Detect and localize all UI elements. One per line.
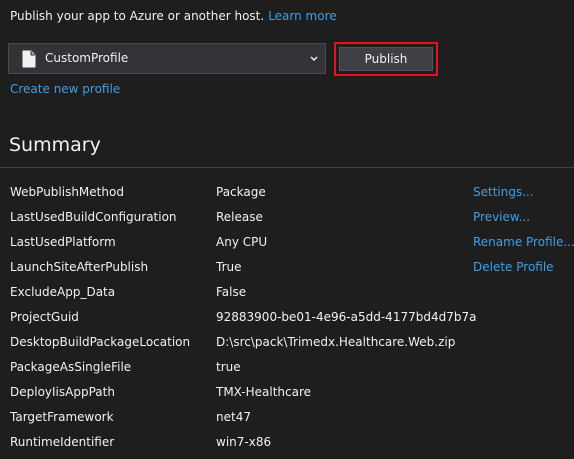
chevron-down-icon bbox=[307, 52, 321, 66]
property-name: LastUsedBuildConfiguration bbox=[10, 210, 177, 224]
property-name: RuntimeIdentifier bbox=[10, 435, 115, 449]
property-name: PackageAsSingleFile bbox=[10, 360, 132, 374]
document-icon bbox=[19, 49, 39, 69]
property-name: DesktopBuildPackageLocation bbox=[10, 335, 191, 349]
property-name: LastUsedPlatform bbox=[10, 235, 116, 249]
property-value: Any CPU bbox=[216, 235, 268, 249]
property-name: DeployIisAppPath bbox=[10, 385, 115, 399]
property-value: net47 bbox=[216, 410, 251, 424]
property-value: False bbox=[216, 285, 247, 299]
property-value: true bbox=[216, 360, 241, 374]
summary-heading: Summary bbox=[9, 134, 101, 156]
profile-selected-value: CustomProfile bbox=[45, 51, 129, 65]
rename-profile-link[interactable]: Rename Profile... bbox=[473, 234, 574, 250]
summary-divider bbox=[0, 167, 574, 168]
intro-text: Publish your app to Azure or another hos… bbox=[10, 9, 265, 23]
profile-dropdown[interactable]: CustomProfile bbox=[8, 43, 326, 74]
delete-profile-link[interactable]: Delete Profile bbox=[473, 259, 554, 275]
publish-page: Publish your app to Azure or another hos… bbox=[0, 0, 574, 459]
create-new-profile-link[interactable]: Create new profile bbox=[10, 81, 120, 97]
property-value: Package bbox=[216, 185, 266, 199]
learn-more-link[interactable]: Learn more bbox=[268, 9, 336, 23]
publish-button-highlight: Publish bbox=[334, 42, 438, 76]
property-value: True bbox=[216, 260, 242, 274]
property-value: TMX-Healthcare bbox=[216, 385, 312, 399]
property-value: win7-x86 bbox=[216, 435, 272, 449]
property-name: LaunchSiteAfterPublish bbox=[10, 260, 149, 274]
publish-button[interactable]: Publish bbox=[339, 47, 433, 71]
property-name: WebPublishMethod bbox=[10, 185, 124, 199]
preview-link[interactable]: Preview... bbox=[473, 209, 530, 225]
property-name: ExcludeApp_Data bbox=[10, 285, 116, 299]
property-value: Release bbox=[216, 210, 263, 224]
property-value: D:\src\pack\Trimedx.Healthcare.Web.zip bbox=[216, 335, 456, 349]
property-name: ProjectGuid bbox=[10, 310, 79, 324]
intro-line: Publish your app to Azure or another hos… bbox=[10, 7, 337, 25]
property-name: TargetFramework bbox=[10, 410, 114, 424]
settings-link[interactable]: Settings... bbox=[473, 184, 534, 200]
property-value: 92883900-be01-4e96-a5dd-4177bd4d7b7a bbox=[216, 310, 477, 324]
